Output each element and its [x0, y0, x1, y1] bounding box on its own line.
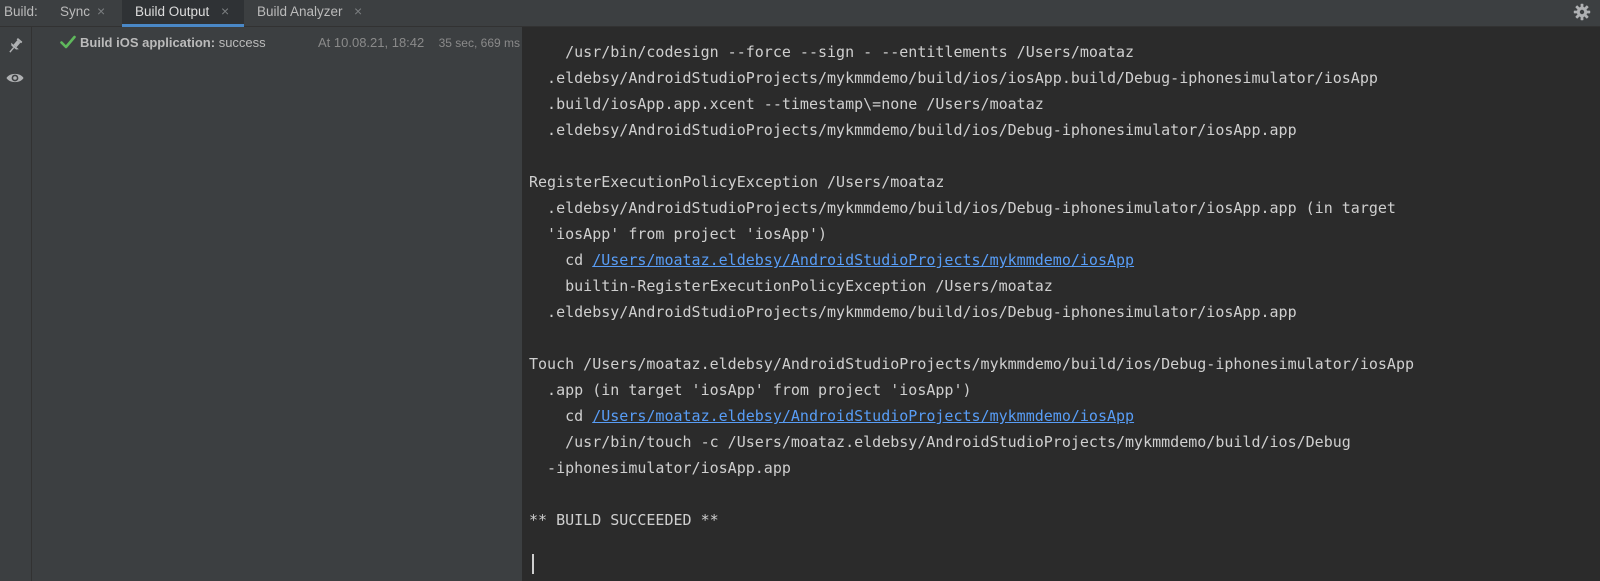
console-line: -iphonesimulator/iosApp.app: [529, 459, 791, 477]
text-caret: [532, 554, 534, 574]
build-tree-node[interactable]: Build iOS application: success At 10.08.…: [60, 33, 520, 53]
console-line: /usr/bin/touch -c /Users/moataz.eldebsy/…: [529, 433, 1351, 451]
tab-sync[interactable]: Sync ×: [52, 0, 122, 26]
console-path-link[interactable]: /Users/moataz.eldebsy/AndroidStudioProje…: [592, 251, 1134, 269]
build-node-timestamp: At 10.08.21, 18:42: [318, 35, 425, 50]
build-console-output[interactable]: /usr/bin/codesign --force --sign - --ent…: [523, 27, 1600, 581]
console-line: /usr/bin/codesign --force --sign - --ent…: [529, 43, 1135, 61]
gear-icon[interactable]: [1572, 2, 1592, 22]
build-tool-window-header: Build: Sync × Build Output × Build Analy…: [0, 0, 1600, 27]
console-line-prefix: cd: [529, 407, 593, 425]
tab-build-output-label: Build Output: [135, 4, 210, 19]
build-node-title: Build iOS application: success: [80, 35, 266, 50]
tab-build-output-close-icon[interactable]: ×: [221, 3, 229, 19]
console-line: .eldebsy/AndroidStudioProjects/mykmmdemo…: [529, 199, 1396, 217]
pin-icon[interactable]: [5, 36, 25, 56]
tab-build-analyzer-label: Build Analyzer: [257, 4, 343, 19]
console-line: .eldebsy/AndroidStudioProjects/mykmmdemo…: [529, 121, 1297, 139]
eye-icon[interactable]: [5, 68, 25, 88]
console-line: .app (in target 'iosApp' from project 'i…: [529, 381, 972, 399]
console-line: cd /Users/moataz.eldebsy/AndroidStudioPr…: [529, 405, 1134, 427]
tab-sync-close-icon[interactable]: ×: [97, 3, 105, 19]
build-label: Build:: [4, 4, 38, 19]
build-node-status: success: [218, 35, 266, 50]
tab-build-analyzer-close-icon[interactable]: ×: [354, 3, 362, 19]
console-line: .eldebsy/AndroidStudioProjects/mykmmdemo…: [529, 69, 1378, 87]
tool-strip: [0, 27, 32, 581]
console-line: 'iosApp' from project 'iosApp'): [529, 225, 828, 243]
build-node-duration: 35 sec, 669 ms: [438, 36, 520, 50]
console-line: Touch /Users/moataz.eldebsy/AndroidStudi…: [529, 355, 1415, 373]
console-line: RegisterExecutionPolicyException /Users/…: [529, 173, 945, 191]
check-icon: [60, 35, 76, 49]
tab-sync-label: Sync: [60, 4, 91, 19]
console-line-prefix: cd: [529, 251, 593, 269]
console-path-link[interactable]: /Users/moataz.eldebsy/AndroidStudioProje…: [592, 407, 1134, 425]
console-line: .eldebsy/AndroidStudioProjects/mykmmdemo…: [529, 303, 1297, 321]
tab-build-analyzer[interactable]: Build Analyzer ×: [244, 0, 372, 26]
console-line: cd /Users/moataz.eldebsy/AndroidStudioPr…: [529, 249, 1134, 271]
tab-build-output[interactable]: Build Output ×: [122, 0, 244, 27]
console-line: builtin-RegisterExecutionPolicyException…: [529, 277, 1053, 295]
build-tree-panel: Build iOS application: success At 10.08.…: [32, 27, 523, 581]
build-succeeded-line: ** BUILD SUCCEEDED **: [529, 511, 719, 529]
console-line: .build/iosApp.app.xcent --timestamp\=non…: [529, 95, 1044, 113]
